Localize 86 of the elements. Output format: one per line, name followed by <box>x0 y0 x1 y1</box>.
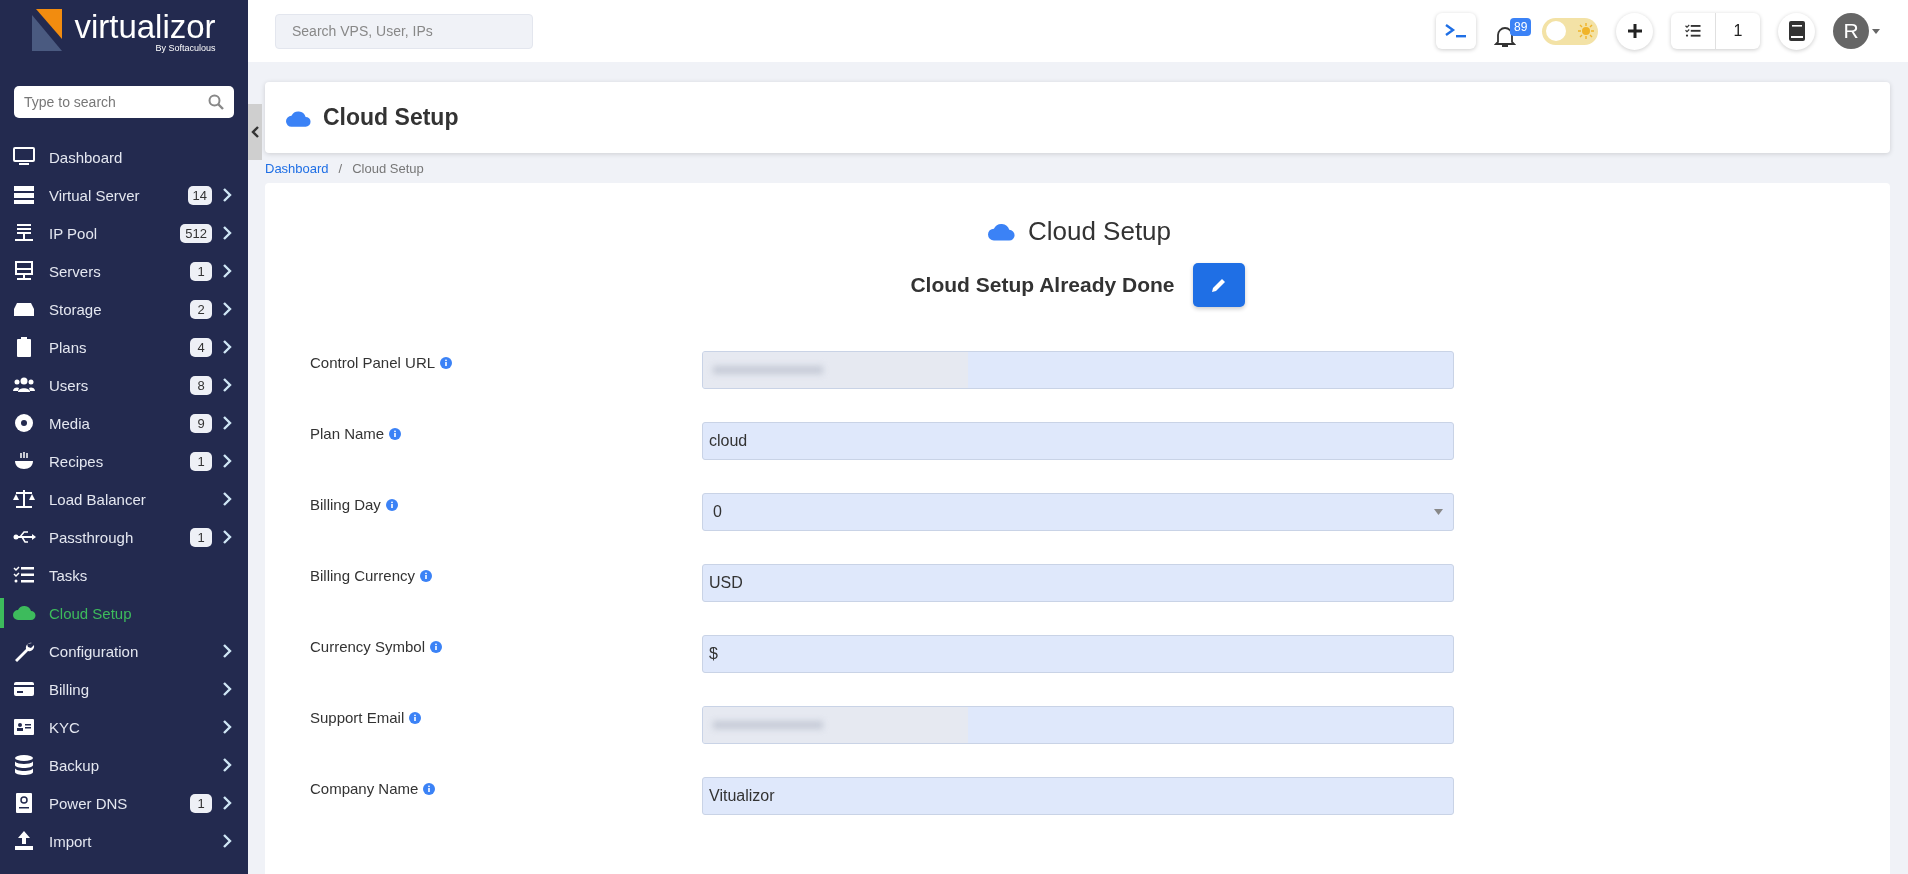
server-icon <box>12 259 36 283</box>
field-label: Support Email <box>310 709 405 726</box>
user-avatar[interactable]: R <box>1833 13 1869 49</box>
count-badge: 14 <box>187 185 212 205</box>
sidebar-item[interactable]: Servers 1 <box>0 252 248 290</box>
upload-icon <box>12 829 36 853</box>
input-field[interactable]: $ <box>702 635 1454 673</box>
info-icon[interactable] <box>423 782 436 795</box>
bell-icon[interactable] <box>1494 25 1516 49</box>
caret-icon[interactable] <box>1872 28 1880 34</box>
sidebar-item[interactable]: Load Balancer <box>0 480 248 518</box>
count-badge: 1 <box>190 451 212 471</box>
sidebar-item[interactable]: Import <box>0 822 248 860</box>
count-badge: 2 <box>190 299 212 319</box>
input-field[interactable]: USD <box>702 564 1454 602</box>
field-label: Billing Day <box>310 496 381 513</box>
logo-tagline: By Softaculous <box>155 42 216 53</box>
theme-toggle[interactable] <box>1542 17 1598 45</box>
sidebar-item[interactable]: Plans 4 <box>0 328 248 366</box>
count-badge: 1 <box>190 793 212 813</box>
sidebar-item[interactable]: Power DNS 1 <box>0 784 248 822</box>
field-label: Control Panel URL <box>310 354 436 371</box>
sidebar-item[interactable]: Tasks <box>0 556 248 594</box>
field-label: Plan Name <box>310 425 385 442</box>
sidebar-item[interactable]: Users 8 <box>0 366 248 404</box>
book-icon <box>1788 21 1805 41</box>
sidebar-item[interactable]: Dashboard <box>0 138 248 176</box>
input-field[interactable]: cloud <box>702 422 1454 460</box>
collapse-button[interactable] <box>248 104 262 160</box>
chevron-icon <box>251 126 259 138</box>
sidebar-item[interactable]: Storage 2 <box>0 290 248 328</box>
sidebar-item[interactable]: Virtual Server 14 <box>0 176 248 214</box>
plus-icon <box>1626 23 1643 39</box>
breadcrumb-link[interactable]: Dashboard <box>265 160 329 176</box>
sidebar-item[interactable]: KYC <box>0 708 248 746</box>
notification-badge: 89 <box>1510 18 1532 36</box>
sidebar-item[interactable]: IP Pool 512 <box>0 214 248 252</box>
breadcrumb-current: Cloud Setup <box>352 160 424 176</box>
sidebar-item[interactable]: Billing <box>0 670 248 708</box>
sidebar-item[interactable]: Configuration <box>0 632 248 670</box>
field-label: Company Name <box>310 780 419 797</box>
edit-button[interactable] <box>1192 263 1245 307</box>
checklist-icon[interactable] <box>1682 22 1704 40</box>
count-badge: 4 <box>190 337 212 357</box>
scale-icon <box>12 487 36 511</box>
tasks-count[interactable]: 1 <box>1715 13 1760 49</box>
select-field[interactable]: 0 <box>702 493 1454 531</box>
sidebar-item[interactable]: Passthrough 1 <box>0 518 248 556</box>
count-badge: 9 <box>190 413 212 433</box>
info-icon[interactable] <box>430 640 443 653</box>
status-text: Cloud Setup Already Done <box>910 273 1175 297</box>
sun-icon <box>1578 23 1594 39</box>
count-badge: 1 <box>190 261 212 281</box>
info-icon[interactable] <box>389 427 402 440</box>
page-title: Cloud Setup <box>323 104 459 131</box>
sidebar-search-field[interactable]: Type to search <box>14 86 234 118</box>
info-icon[interactable] <box>409 711 422 724</box>
add-button[interactable] <box>1616 12 1653 50</box>
terminal-icon <box>1445 23 1467 39</box>
breadcrumb-separator: / <box>338 160 343 176</box>
search-icon <box>208 94 224 110</box>
sidebar-item[interactable]: Recipes 1 <box>0 442 248 480</box>
disc-icon <box>12 411 36 435</box>
info-icon[interactable] <box>420 569 433 582</box>
count-badge: 8 <box>190 375 212 395</box>
server-icon <box>12 183 36 207</box>
docs-button[interactable] <box>1778 12 1815 50</box>
terminal-button[interactable] <box>1436 13 1476 49</box>
caret-icon <box>1434 509 1443 515</box>
field-label: Billing Currency <box>310 567 416 584</box>
input-field[interactable]: Vitualizor <box>702 777 1454 815</box>
info-icon[interactable] <box>385 498 398 511</box>
blurred-input-field[interactable] <box>702 351 1454 389</box>
logo-text: virtualizor <box>74 9 216 43</box>
pencil-icon <box>1210 277 1227 293</box>
sidebar-item[interactable]: Media 9 <box>0 404 248 442</box>
sidebar-item[interactable]: Cloud Setup <box>0 594 248 632</box>
sidebar-item[interactable]: Backup <box>0 746 248 784</box>
database-icon <box>12 753 36 777</box>
search-field[interactable]: Search VPS, User, IPs <box>275 13 533 49</box>
field-label: Currency Symbol <box>310 638 426 655</box>
info-icon[interactable] <box>440 356 453 369</box>
card-title: Cloud Setup <box>1027 215 1172 247</box>
count-badge: 512 <box>180 223 212 243</box>
count-badge: 1 <box>190 527 212 547</box>
blurred-input-field[interactable] <box>702 706 1454 744</box>
